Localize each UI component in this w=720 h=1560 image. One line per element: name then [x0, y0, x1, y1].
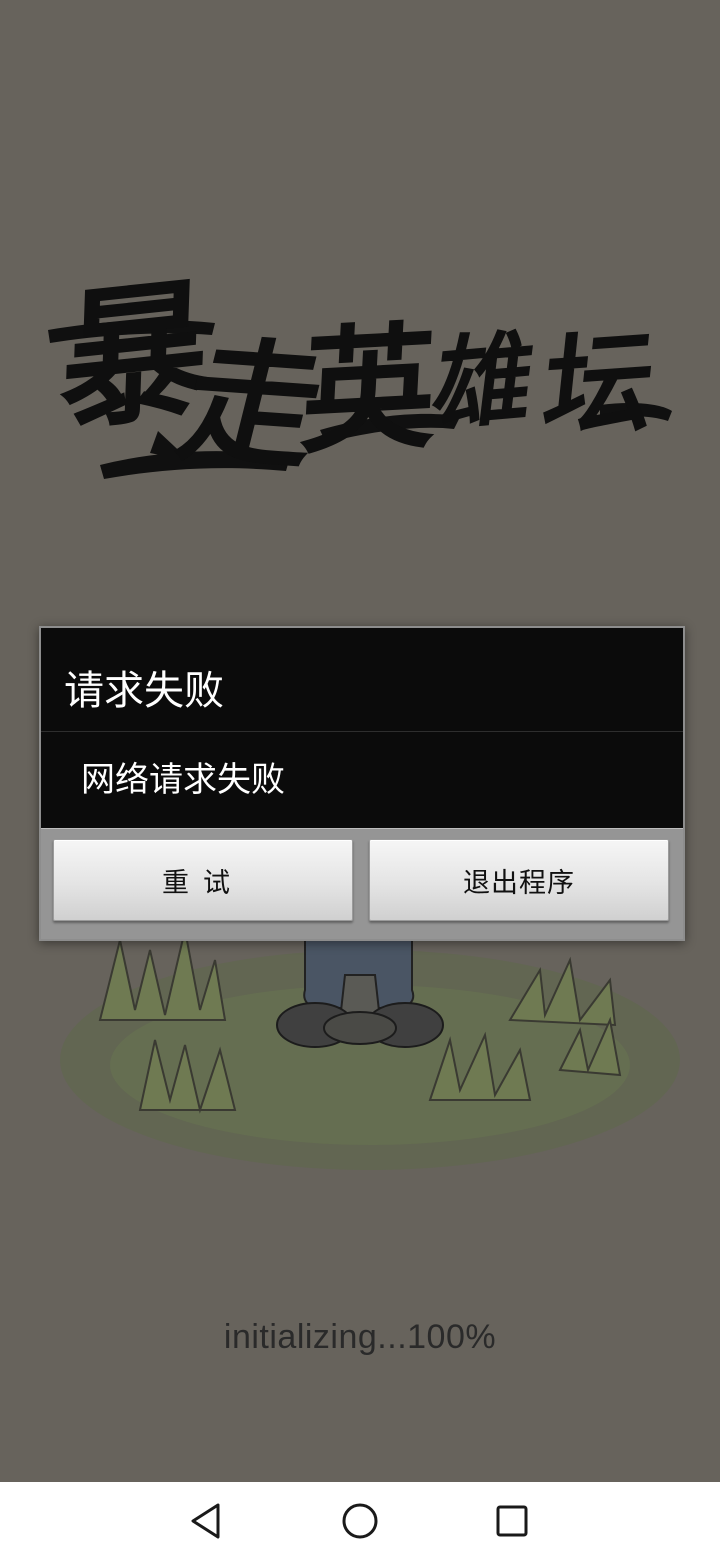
logo-char: 坛 — [537, 315, 661, 454]
logo-char: 雄 — [426, 316, 542, 446]
dialog-body: 网络请求失败 — [41, 732, 683, 828]
exit-app-button[interactable]: 退出程序 — [369, 839, 669, 921]
nav-recent-apps-button[interactable] — [487, 1496, 537, 1546]
system-navigation-bar — [0, 1482, 720, 1560]
game-splash-screen: 暴 走 英 雄 坛 initializing...100% 请求失败 网络请求失… — [0, 0, 720, 1482]
nav-home-button[interactable] — [335, 1496, 385, 1546]
loading-progress-text: initializing...100% — [223, 1318, 497, 1356]
dialog-title: 请求失败 — [64, 668, 224, 714]
screen: 暴 走 英 雄 坛 initializing...100% 请求失败 网络请求失… — [0, 0, 720, 1560]
home-circle-icon — [342, 1503, 378, 1539]
nav-back-button[interactable] — [181, 1496, 231, 1546]
recent-square-icon — [496, 1505, 528, 1537]
dialog-message: 网络请求失败 — [81, 760, 285, 800]
dialog-button-bar: 重试 退出程序 — [41, 828, 683, 939]
logo-char: 英 — [297, 306, 441, 473]
logo-calligraphy-text: 暴 走 英 雄 坛 — [40, 225, 680, 487]
game-logo: 暴 走 英 雄 坛 — [40, 225, 680, 487]
dialog-header: 请求失败 — [41, 628, 683, 732]
retry-button[interactable]: 重试 — [53, 839, 353, 921]
error-dialog: 请求失败 网络请求失败 重试 退出程序 — [39, 626, 685, 941]
back-triangle-icon — [191, 1503, 220, 1539]
